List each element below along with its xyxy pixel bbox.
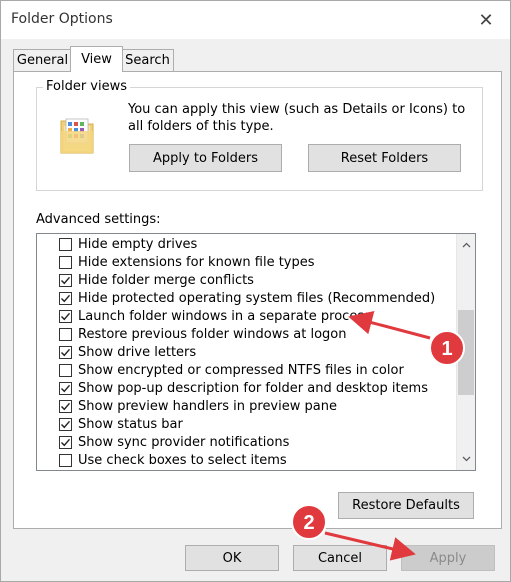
tab-search[interactable]: Search xyxy=(121,49,174,71)
list-item-label: Show drive letters xyxy=(78,344,197,360)
list-item[interactable]: Launch folder windows in a separate proc… xyxy=(59,307,371,325)
checkbox[interactable] xyxy=(59,345,72,359)
list-item[interactable]: Show status bar xyxy=(59,415,183,433)
list-item-label: Hide empty drives xyxy=(78,236,198,252)
checkbox[interactable] xyxy=(59,435,72,449)
check-icon xyxy=(61,294,71,302)
check-icon xyxy=(61,276,71,284)
checkbox[interactable] xyxy=(59,327,72,341)
checkbox[interactable] xyxy=(59,309,72,323)
list-item[interactable]: Show preview handlers in preview pane xyxy=(59,397,337,415)
list-item[interactable]: Show sync provider notifications xyxy=(59,433,289,451)
checkbox[interactable] xyxy=(59,453,72,467)
list-item-label: Hide protected operating system files (R… xyxy=(78,290,436,306)
check-icon xyxy=(61,312,71,320)
list-item[interactable]: Show encrypted or compressed NTFS files … xyxy=(59,361,404,379)
tab-general[interactable]: General xyxy=(13,49,72,71)
list-item-label: Use check boxes to select items xyxy=(78,452,287,468)
list-item[interactable]: Hide extensions for known file types xyxy=(59,253,315,271)
scroll-down-icon[interactable] xyxy=(457,450,475,468)
ok-button[interactable]: OK xyxy=(185,545,279,571)
reset-folders-button[interactable]: Reset Folders xyxy=(308,144,461,172)
list-item-label: Launch folder windows in a separate proc… xyxy=(78,308,371,324)
scrollbar-thumb[interactable] xyxy=(458,310,474,395)
vertical-scrollbar[interactable] xyxy=(456,234,475,470)
view-tab-panel: Folder views You can apply this view (su… xyxy=(13,71,502,529)
check-icon xyxy=(61,384,71,392)
checkbox[interactable] xyxy=(59,273,72,287)
list-item[interactable]: Show drive letters xyxy=(59,343,196,361)
list-item[interactable]: Use check boxes to select items xyxy=(59,451,287,469)
list-item[interactable]: Hide protected operating system files (R… xyxy=(59,289,435,307)
advanced-settings-label: Advanced settings: xyxy=(36,212,161,227)
folder-icon xyxy=(60,118,94,154)
advanced-settings-list[interactable]: Hide empty drives Hide extensions for kn… xyxy=(36,233,476,471)
scroll-up-icon[interactable] xyxy=(457,236,475,254)
window-title: Folder Options xyxy=(11,11,113,27)
apply-button[interactable]: Apply xyxy=(401,545,495,571)
check-icon xyxy=(61,402,71,410)
list-item[interactable]: Hide empty drives xyxy=(59,235,197,253)
apply-to-folders-button[interactable]: Apply to Folders xyxy=(129,144,282,172)
restore-defaults-button[interactable]: Restore Defaults xyxy=(338,492,474,519)
list-item-label: Hide folder merge conflicts xyxy=(78,272,254,288)
folder-views-label: Folder views xyxy=(43,79,131,94)
list-item-label: Show sync provider notifications xyxy=(78,434,290,450)
checkbox[interactable] xyxy=(59,291,72,305)
check-icon xyxy=(61,438,71,446)
list-item-label: Hide extensions for known file types xyxy=(78,254,315,270)
folder-views-group: Folder views You can apply this view (su… xyxy=(36,79,483,191)
checkbox[interactable] xyxy=(59,363,72,377)
checkbox[interactable] xyxy=(59,417,72,431)
checkbox[interactable] xyxy=(59,381,72,395)
list-item[interactable]: Restore previous folder windows at logon xyxy=(59,325,346,343)
list-item-label: Restore previous folder windows at logon xyxy=(78,326,347,342)
checkbox[interactable] xyxy=(59,237,72,251)
checkbox[interactable] xyxy=(59,255,72,269)
folder-options-dialog: Folder Options ✕ General View Search Fol… xyxy=(0,0,511,582)
cancel-button[interactable]: Cancel xyxy=(293,545,387,571)
title-bar: Folder Options ✕ xyxy=(1,1,510,39)
list-item-label: Show preview handlers in preview pane xyxy=(78,398,337,414)
checkbox[interactable] xyxy=(59,399,72,413)
list-item-label: Show pop-up description for folder and d… xyxy=(78,380,428,396)
close-icon[interactable]: ✕ xyxy=(474,8,498,32)
list-item[interactable]: Show pop-up description for folder and d… xyxy=(59,379,428,397)
list-item[interactable]: Hide folder merge conflicts xyxy=(59,271,254,289)
check-icon xyxy=(61,420,71,428)
folder-views-description: You can apply this view (such as Details… xyxy=(128,102,466,134)
list-item-label: Show status bar xyxy=(78,416,183,432)
check-icon xyxy=(61,348,71,356)
list-item-label: Show encrypted or compressed NTFS files … xyxy=(78,362,404,378)
tab-view[interactable]: View xyxy=(70,46,123,72)
